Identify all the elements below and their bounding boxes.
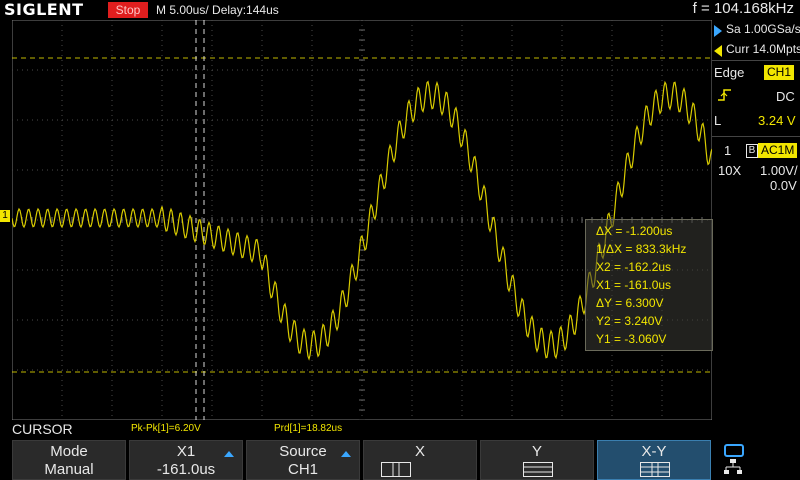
xy-cursor-icon: [640, 462, 670, 477]
softkey-mode-value: Manual: [44, 461, 94, 478]
trigger-source[interactable]: CH1: [764, 65, 795, 80]
knob-arrow-icon: [341, 451, 351, 457]
softkey-x1-value: -161.0us: [156, 461, 216, 478]
sample-rate: Sa 1.00GSa/s: [726, 22, 800, 36]
memory-marker-icon: [714, 45, 722, 57]
softkey-x1[interactable]: X1 -161.0us: [129, 440, 243, 480]
softkey-mode[interactable]: Mode Manual: [12, 440, 126, 480]
timebase-value: M 5.00us/: [156, 3, 209, 17]
sample-rate-marker-icon: [714, 25, 722, 37]
measurement-pk-pk: Pk-Pk[1]=6.20V: [131, 423, 201, 434]
timebase-readout[interactable]: M 5.00us/ Delay:144us: [156, 3, 279, 17]
run-state-badge[interactable]: Stop: [108, 2, 148, 18]
cursor-delta-y: ΔY = 6.300V: [596, 296, 664, 310]
y-cursor-icon: [523, 462, 553, 477]
usb-indicator-icon: [724, 444, 744, 457]
softkey-x-cursor[interactable]: X: [363, 440, 477, 480]
cursor-x1: X1 = -161.0us: [596, 278, 672, 292]
cursor-x2: X2 = -162.2us: [596, 260, 672, 274]
cursor-inverse-delta-x: 1/ΔX = 833.3kHz: [596, 242, 687, 256]
softkey-y-label: Y: [531, 443, 542, 460]
brand-logo: SIGLENT: [4, 0, 84, 19]
vertical-scale[interactable]: 1.00V/: [760, 163, 798, 178]
bandwidth-limit-badge: B: [746, 144, 758, 158]
channel-number[interactable]: 1: [724, 143, 731, 158]
knob-arrow-icon: [224, 451, 234, 457]
softkey-mode-label: Mode: [50, 443, 88, 460]
network-icon: [724, 459, 742, 474]
delay-value: Delay:144us: [212, 3, 279, 17]
trigger-type[interactable]: Edge: [714, 65, 744, 80]
measurement-period: Prd[1]=18.82us: [274, 423, 343, 434]
softkey-source-value: CH1: [287, 461, 318, 478]
softkey-xy-label: X-Y: [641, 443, 667, 460]
rising-edge-icon: [718, 89, 731, 101]
x-cursor-icon: [381, 462, 411, 477]
cursor-y2: Y2 = 3.240V: [596, 314, 663, 328]
trigger-coupling[interactable]: DC: [776, 89, 795, 104]
menu-title: CURSOR: [12, 421, 73, 437]
cursor-y1: Y1 = -3.060V: [596, 332, 667, 346]
vertical-offset[interactable]: 0.0V: [770, 178, 797, 193]
frequency-counter: f = 104.168kHz: [692, 0, 794, 17]
top-bar: SIGLENT Stop M 5.00us/ Delay:144us f = 1…: [0, 0, 800, 20]
cursor-readout-panel: ΔX = -1.200us 1/ΔX = 833.3kHz X2 = -162.…: [585, 219, 713, 351]
probe-ratio[interactable]: 10X: [718, 163, 741, 178]
ch1-marker-label: 1: [2, 210, 8, 221]
channel-coupling[interactable]: AC1M: [758, 143, 798, 158]
right-panel: Sa 1.00GSa/s Curr 14.0Mpts Edge CH1 DC L…: [712, 20, 800, 420]
ch1-ground-marker: 1: [0, 210, 10, 222]
softkey-y-cursor[interactable]: Y: [480, 440, 594, 480]
softkey-xy-cursor[interactable]: X-Y: [597, 440, 711, 480]
memory-depth: Curr 14.0Mpts: [726, 42, 800, 56]
trigger-level[interactable]: 3.24 V: [758, 113, 796, 128]
trigger-level-label: L: [714, 113, 722, 128]
cursor-delta-x: ΔX = -1.200us: [596, 224, 673, 238]
softkey-source[interactable]: Source CH1: [246, 440, 360, 480]
softkey-x-label: X: [414, 443, 425, 460]
